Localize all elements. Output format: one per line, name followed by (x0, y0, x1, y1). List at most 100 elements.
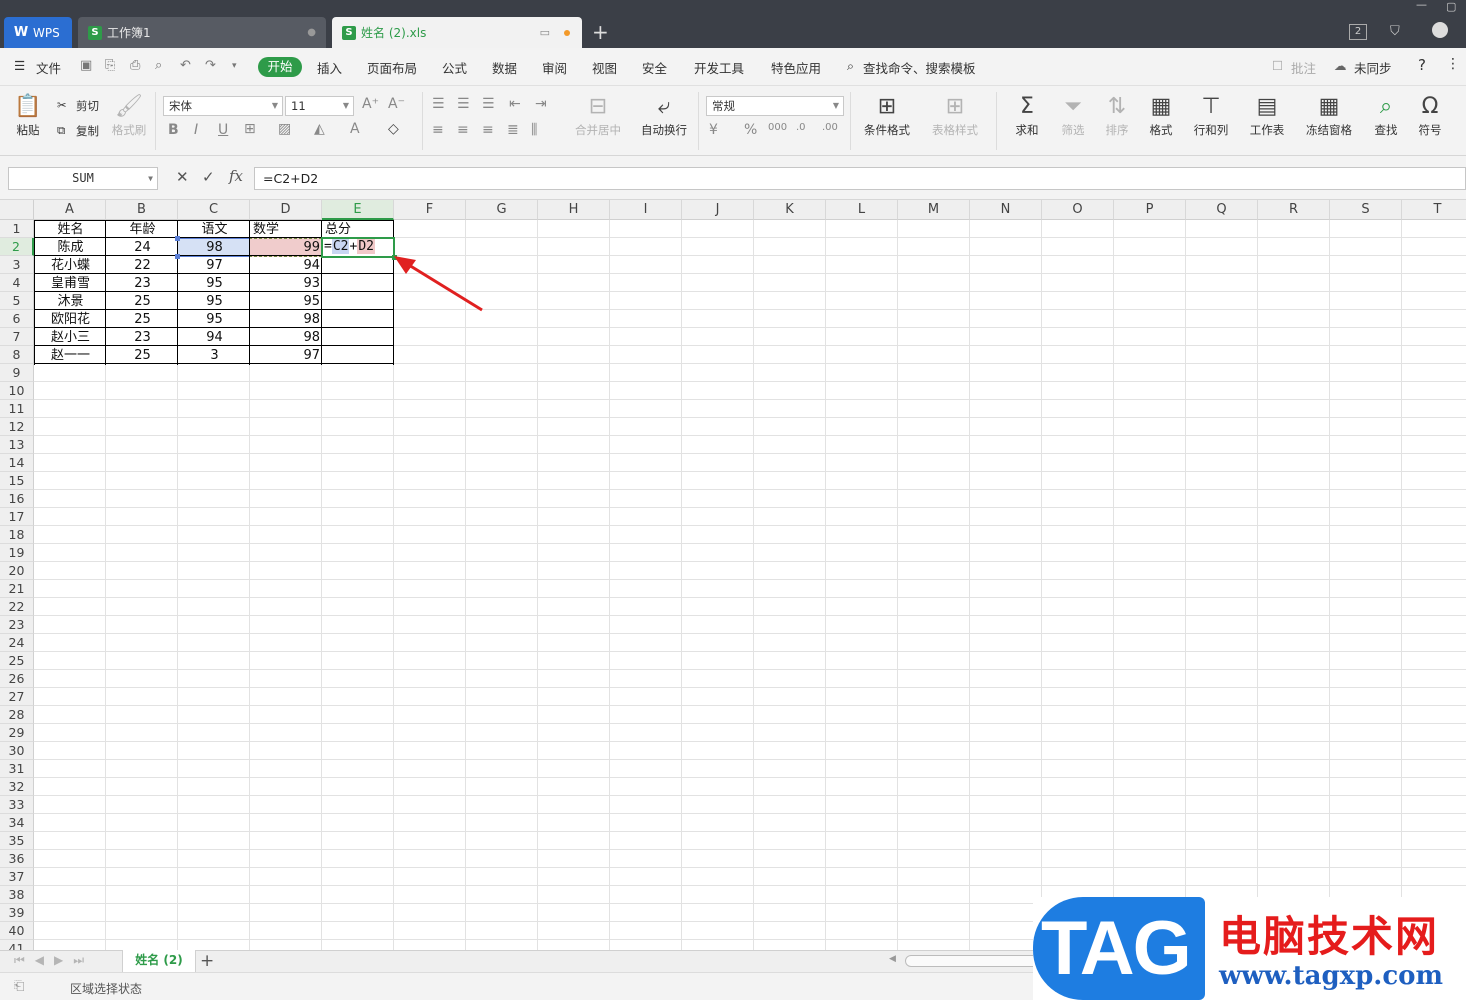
sort-button[interactable]: ⇅ 排序 (1098, 94, 1136, 138)
menu-tab-page-layout[interactable]: 页面布局 (367, 58, 417, 77)
column-header-C[interactable]: C (178, 200, 250, 220)
menu-tab-developer[interactable]: 开发工具 (694, 58, 744, 77)
copy-icon[interactable]: ⧉ (57, 123, 65, 138)
row-header-36[interactable]: 36 (0, 850, 34, 868)
tab-close-dot-icon[interactable]: ● (307, 27, 316, 38)
row-header-7[interactable]: 7 (0, 328, 34, 346)
table-cell[interactable]: 赵小三 (35, 329, 106, 346)
table-cell[interactable]: 97 (179, 257, 250, 274)
number-format-select[interactable]: 常规 ▼ (706, 96, 844, 116)
print-icon[interactable]: ⎙ (130, 58, 140, 73)
row-header-20[interactable]: 20 (0, 562, 34, 580)
new-tab-plus-icon[interactable]: + (592, 20, 609, 44)
row-header-40[interactable]: 40 (0, 922, 34, 940)
table-header-cell[interactable]: 年龄 (107, 221, 178, 238)
row-header-34[interactable]: 34 (0, 814, 34, 832)
column-header-O[interactable]: O (1042, 200, 1114, 220)
formula-input[interactable]: =C2+D2 (254, 167, 1466, 190)
menu-tab-security[interactable]: 安全 (642, 58, 667, 77)
print-preview-icon[interactable]: ⌕ (155, 58, 162, 73)
row-header-6[interactable]: 6 (0, 310, 34, 328)
table-header-cell[interactable]: 数学 (251, 221, 322, 238)
eraser-icon[interactable]: ◇ (388, 121, 399, 137)
row-header-38[interactable]: 38 (0, 886, 34, 904)
underline-icon[interactable]: U (218, 122, 228, 138)
row-header-27[interactable]: 27 (0, 688, 34, 706)
row-header-25[interactable]: 25 (0, 652, 34, 670)
fill-pattern-icon[interactable]: ▨ (278, 121, 291, 137)
table-cell[interactable]: 24 (107, 239, 178, 256)
row-header-41[interactable]: 41 (0, 940, 34, 950)
row-header-2[interactable]: 2 (0, 238, 34, 256)
minimize-icon[interactable]: — (1416, 0, 1427, 11)
row-header-37[interactable]: 37 (0, 868, 34, 886)
align-right-icon[interactable]: ≡ (482, 122, 494, 138)
table-cell[interactable]: 25 (107, 347, 178, 364)
search-icon[interactable]: ⌕ (847, 58, 854, 74)
menu-tab-home[interactable]: 开始 (258, 57, 302, 77)
column-header-D[interactable]: D (250, 200, 322, 220)
cancel-icon[interactable]: ✕ (176, 168, 189, 186)
menu-tab-formula[interactable]: 公式 (442, 58, 467, 77)
row-header-26[interactable]: 26 (0, 670, 34, 688)
paste-button[interactable]: 📋 粘贴 (10, 94, 46, 138)
wrap-text-button[interactable]: ⤶ 自动换行 (638, 94, 690, 138)
column-header-F[interactable]: F (394, 200, 466, 220)
row-header-15[interactable]: 15 (0, 472, 34, 490)
row-header-23[interactable]: 23 (0, 616, 34, 634)
window-count-badge[interactable]: 2 (1349, 24, 1367, 40)
row-header-4[interactable]: 4 (0, 274, 34, 292)
table-cell[interactable]: 3 (179, 347, 250, 364)
table-cell[interactable]: 95 (179, 275, 250, 292)
help-icon[interactable]: ? (1418, 56, 1426, 74)
fill-color-icon[interactable]: ◭ (314, 121, 325, 137)
sheet-tab-active[interactable]: 姓名 (2) (122, 950, 196, 973)
cell-e2-editing[interactable]: =C2+D2 (324, 238, 375, 256)
align-middle-icon[interactable]: ☰ (457, 96, 470, 112)
column-header-A[interactable]: A (34, 200, 106, 220)
italic-icon[interactable]: I (194, 122, 198, 138)
table-cell[interactable]: 25 (107, 311, 178, 328)
column-header-B[interactable]: B (106, 200, 178, 220)
cell-c2[interactable]: 98 (179, 239, 250, 256)
format-painter-button[interactable]: 🖌 格式刷 (110, 94, 148, 138)
table-cell[interactable]: 皇甫雪 (35, 275, 106, 292)
maximize-icon[interactable]: ▢ (1446, 0, 1456, 13)
font-size-select[interactable]: 11 ▼ (285, 96, 354, 116)
thousands-icon[interactable]: 000 (768, 122, 787, 133)
table-header-cell[interactable]: 总分 (323, 221, 394, 238)
table-cell[interactable]: 花小蝶 (35, 257, 106, 274)
sync-status[interactable]: 未同步 (1354, 58, 1392, 77)
command-search[interactable]: 查找命令、搜索模板 (863, 58, 976, 77)
add-sheet-button[interactable]: + (200, 951, 214, 971)
menu-tab-insert[interactable]: 插入 (317, 58, 342, 77)
column-header-G[interactable]: G (466, 200, 538, 220)
row-header-16[interactable]: 16 (0, 490, 34, 508)
row-header-17[interactable]: 17 (0, 508, 34, 526)
table-cell[interactable]: 97 (251, 347, 322, 364)
row-header-29[interactable]: 29 (0, 724, 34, 742)
table-cell[interactable]: 欧阳花 (35, 311, 106, 328)
table-header-cell[interactable]: 姓名 (35, 221, 106, 238)
table-cell[interactable]: 25 (107, 293, 178, 310)
scissors-icon[interactable]: ✂ (57, 98, 67, 112)
select-all-corner[interactable] (0, 200, 34, 220)
column-header-L[interactable]: L (826, 200, 898, 220)
row-header-33[interactable]: 33 (0, 796, 34, 814)
row-header-22[interactable]: 22 (0, 598, 34, 616)
cell-d2[interactable]: 99 (251, 239, 322, 256)
decrease-font-icon[interactable]: A⁻ (388, 96, 405, 112)
spreadsheet-grid[interactable]: ABCDEFGHIJKLMNOPQRST 1 2 3 4 5 6 7 8 9 10 11 12 13 14… (0, 200, 1466, 950)
scroll-left-icon[interactable]: ◀ (889, 954, 896, 964)
column-header-Q[interactable]: Q (1186, 200, 1258, 220)
percent-icon[interactable]: % (744, 122, 757, 138)
copy-button[interactable]: 复制 (76, 123, 99, 139)
menu-file[interactable]: 文件 (36, 58, 61, 77)
row-header-8[interactable]: 8 (0, 346, 34, 364)
column-header-P[interactable]: P (1114, 200, 1186, 220)
row-header-30[interactable]: 30 (0, 742, 34, 760)
table-style-button[interactable]: ⊞ 表格样式 (926, 94, 984, 138)
comment-button[interactable]: 批注 (1291, 58, 1316, 77)
horizontal-scrollbar[interactable]: ◀ (875, 954, 1045, 969)
row-header-24[interactable]: 24 (0, 634, 34, 652)
